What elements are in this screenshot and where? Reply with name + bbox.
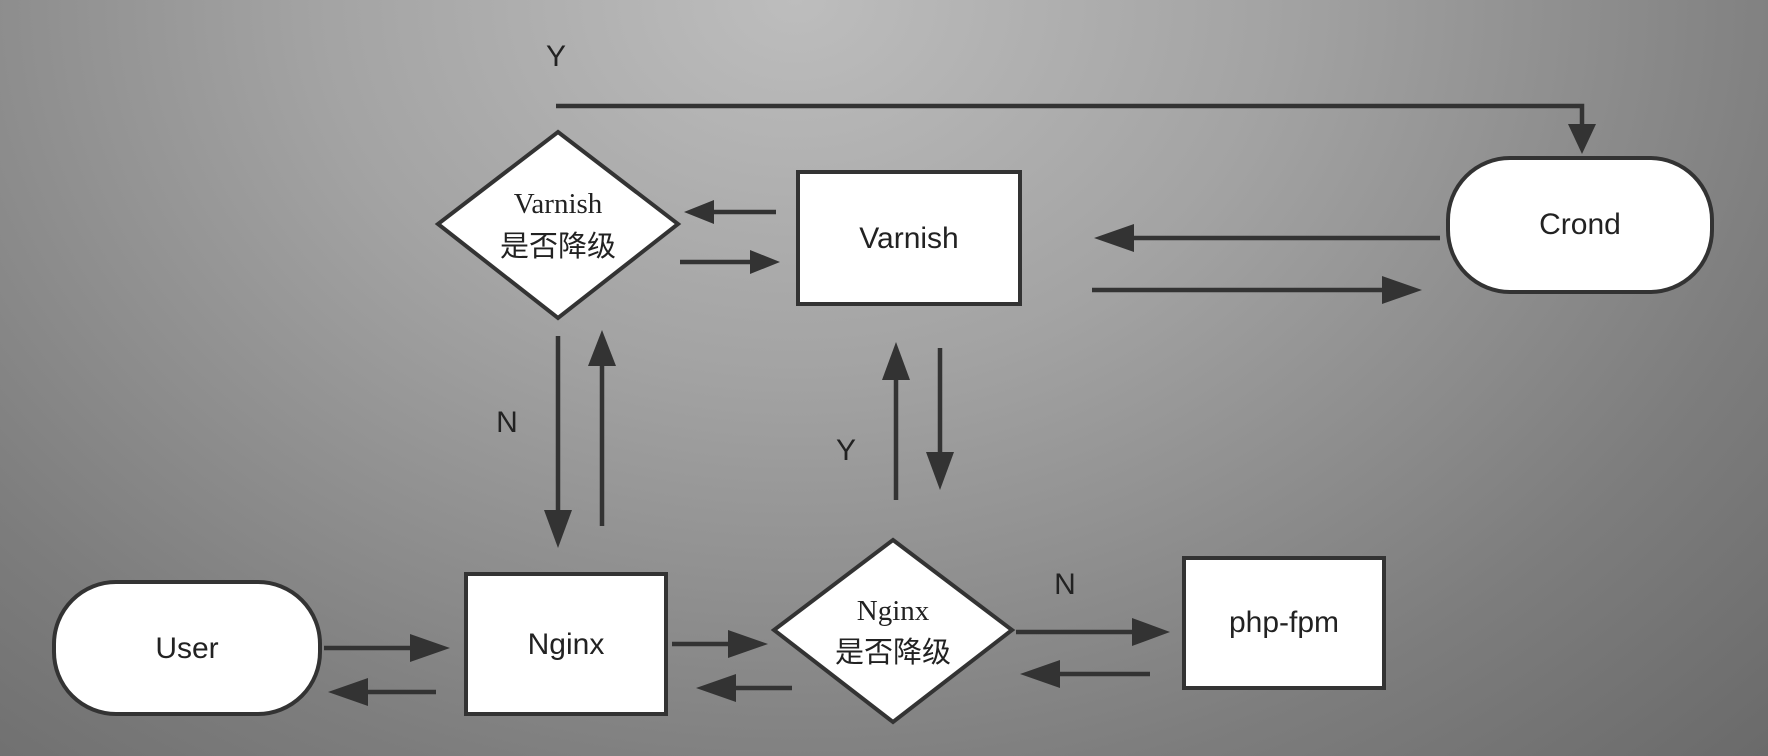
varnish-decision-line2: 是否降级: [500, 230, 616, 263]
arrowhead-right: [410, 634, 450, 662]
edge-varnish-to-decision: [684, 200, 776, 224]
varnish-node: Varnish: [796, 170, 1022, 306]
arrowhead-down: [1568, 124, 1596, 154]
crond-node: Crond: [1446, 156, 1714, 294]
edge-nginx-decision-to-varnish: [882, 342, 910, 500]
arrowhead-right: [1132, 618, 1170, 646]
edge-label-y-top: Y: [546, 40, 566, 73]
php-fpm-label: php-fpm: [1229, 606, 1339, 639]
edge-nginx-to-varnish-decision: [588, 330, 616, 526]
crond-label: Crond: [1539, 208, 1621, 241]
arrowhead-down: [544, 510, 572, 548]
edge-user-to-nginx: [324, 634, 450, 662]
varnish-label: Varnish: [859, 222, 959, 255]
edge-decision-to-varnish: [680, 250, 780, 274]
edge-php-fpm-to-nginx-decision: [1020, 660, 1150, 688]
edge-varnish-to-nginx-decision: [926, 348, 954, 490]
user-node: User: [52, 580, 322, 716]
arrowhead-left: [1020, 660, 1060, 688]
edge-varnish-decision-to-nginx: [544, 336, 572, 548]
arrowhead-left: [684, 200, 714, 224]
arrowhead-left: [1094, 224, 1134, 252]
arrowhead-down: [926, 452, 954, 490]
edge-crond-to-varnish: [1094, 224, 1440, 252]
nginx-decision-line1: Nginx: [857, 595, 930, 627]
edge-nginx-to-decision: [672, 630, 768, 658]
user-label: User: [155, 632, 218, 665]
arrowhead-right: [750, 250, 780, 274]
edge-nginx-decision-to-php-fpm: [1016, 618, 1170, 646]
edge-decision-to-nginx: [696, 674, 792, 702]
edge-label-y-nginx: Y: [836, 434, 856, 467]
php-fpm-node: php-fpm: [1182, 556, 1386, 690]
arrowhead-right: [1382, 276, 1422, 304]
flowchart-diagram: User Nginx Nginx 是否降级 php-fpm Varnish Va…: [52, 40, 1714, 725]
varnish-decision-line1: Varnish: [514, 188, 603, 220]
arrowhead-right: [728, 630, 768, 658]
nginx-node: Nginx: [464, 572, 668, 716]
arrowhead-up: [882, 342, 910, 380]
arrowhead-left: [328, 678, 368, 706]
varnish-decision-node: Varnish 是否降级: [434, 129, 682, 321]
edge-label-n-nginx: N: [1054, 568, 1076, 601]
nginx-decision-line2: 是否降级: [835, 636, 951, 669]
edge-label-n-varnish: N: [496, 406, 518, 439]
edge-nginx-to-user: [328, 678, 436, 706]
edge-varnish-to-crond: [1092, 276, 1422, 304]
arrowhead-left: [696, 674, 736, 702]
arrowhead-up: [588, 330, 616, 366]
nginx-decision-node: Nginx 是否降级: [770, 537, 1016, 725]
nginx-label: Nginx: [528, 628, 605, 661]
edge-varnish-decision-to-crond: [556, 103, 1596, 154]
